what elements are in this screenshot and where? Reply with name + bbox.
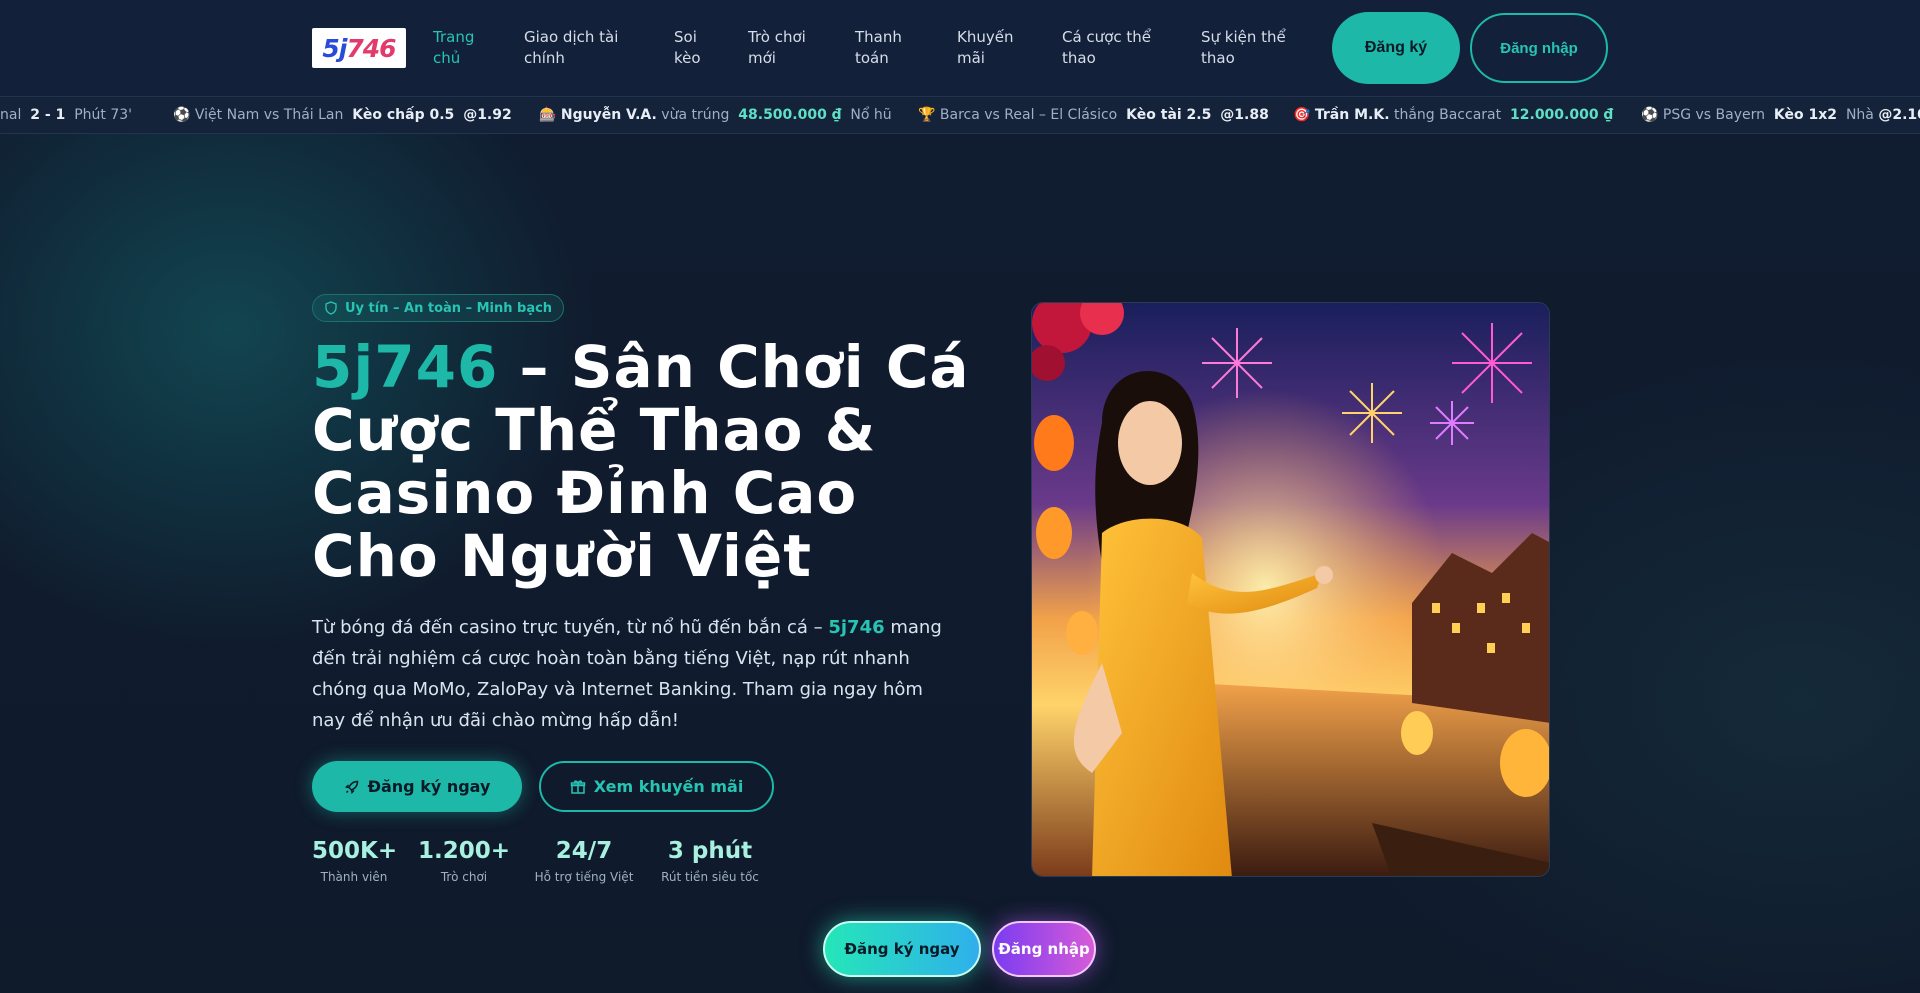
nav-item-new-games[interactable]: Trò chơi mới [748, 27, 820, 69]
register-button[interactable]: Đăng ký [1332, 12, 1460, 84]
nav-item-odds[interactable]: Soi kèo [674, 27, 718, 69]
ticker-item: 🎯 Trần M.K. thắng Baccarat 12.000.000 ₫ [1293, 107, 1614, 123]
hero-title: 5j746 – Sân Chơi Cá Cược Thể Thao & Casi… [312, 333, 970, 590]
nav-item-sports-events[interactable]: Sự kiện thể thao [1201, 27, 1305, 69]
stat-support: 24/7 Hỗ trợ tiếng Việt [534, 838, 634, 884]
hero-image [1031, 302, 1550, 877]
nav-item-promotions[interactable]: Khuyến mãi [957, 27, 1037, 69]
target-icon: 🎯 [1293, 107, 1311, 123]
trust-badge: Uy tín – An toàn – Minh bạch [312, 294, 564, 322]
shield-icon [325, 301, 337, 315]
stat-members: 500K+ Thành viên [312, 838, 398, 884]
hero-description: Từ bóng đá đến casino trực tuyến, từ nổ … [312, 617, 942, 731]
nav-item-sports-betting[interactable]: Cá cược thể thao [1062, 27, 1174, 69]
floating-login-button[interactable]: Đăng nhập [992, 921, 1096, 977]
floating-register-button[interactable]: Đăng ký ngay [823, 921, 981, 977]
ticker-item: ⚽ PSG vs Bayern Kèo 1x2 Nhà @2.10 [1641, 107, 1920, 123]
ticker-item: 🎰 Nguyễn V.A. vừa trúng 48.500.000 ₫ Nổ … [539, 107, 892, 123]
login-button[interactable]: Đăng nhập [1470, 13, 1608, 83]
top-navbar: 5j 746 Trang chủ Giao dịch tài chính Soi … [0, 0, 1920, 96]
register-now-button[interactable]: Đăng ký ngay [312, 761, 522, 812]
stat-withdrawal: 3 phút Rút tiền siêu tốc [661, 838, 759, 884]
slot-machine-icon: 🎰 [539, 107, 557, 123]
rocket-icon [344, 780, 358, 794]
nav-item-payment[interactable]: Thanh toán [855, 27, 927, 69]
site-logo[interactable]: 5j 746 [312, 28, 406, 68]
soccer-ball-icon: ⚽ [1641, 107, 1659, 123]
nav-item-home[interactable]: Trang chủ [433, 27, 493, 69]
gift-icon [570, 779, 585, 794]
ticker-item: nal 2 - 1 Phút 73' [0, 107, 132, 123]
soccer-ball-icon: ⚽ [173, 107, 191, 123]
live-ticker: nal 2 - 1 Phút 73' ⚽ Việt Nam vs Thái La… [0, 96, 1920, 134]
ticker-item: 🏆 Barca vs Real – El Clásico Kèo tài 2.5… [918, 107, 1269, 123]
ticker-item: ⚽ Việt Nam vs Thái Lan Kèo chấp 0.5 @1.9… [173, 107, 512, 123]
stat-games: 1.200+ Trò chơi [418, 838, 511, 884]
trophy-icon: 🏆 [918, 107, 936, 123]
view-promotions-button[interactable]: Xem khuyến mãi [539, 761, 774, 812]
nav-item-finance[interactable]: Giao dịch tài chính [524, 27, 642, 69]
